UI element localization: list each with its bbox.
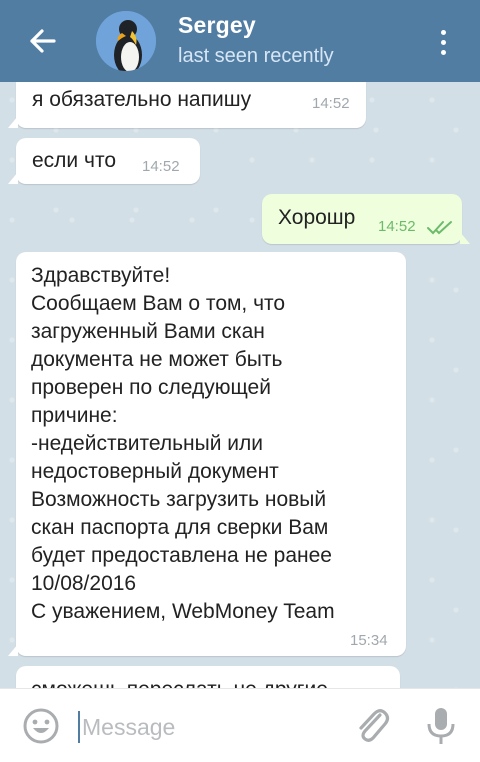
bubble-tail xyxy=(8,116,18,128)
message-text: Здравствуйте! Сообщаем Вам о том, что за… xyxy=(31,264,335,623)
emoji-icon[interactable] xyxy=(22,707,60,745)
bubble-tail xyxy=(460,232,470,244)
message-text: я обязательно напишу xyxy=(32,88,252,111)
avatar[interactable] xyxy=(96,11,156,71)
bubble-tail xyxy=(8,644,18,656)
message-text: если что xyxy=(32,149,116,172)
double-check-icon xyxy=(426,219,454,240)
mic-icon[interactable] xyxy=(424,705,458,747)
message-time: 14:52 xyxy=(142,158,180,175)
last-seen-status: last seen recently xyxy=(178,45,334,67)
message-bubble[interactable]: Здравствуйте! Сообщаем Вам о том, что за… xyxy=(8,252,406,656)
message-text: Хорошр xyxy=(278,206,356,229)
message-time: 14:52 xyxy=(378,218,416,235)
chat-title[interactable]: Sergey xyxy=(178,12,256,39)
text-cursor xyxy=(78,711,80,743)
message-text: сможешь переслать не другие xyxy=(31,676,328,688)
message-bubble-outgoing[interactable]: Хорошр 14:52 xyxy=(262,194,470,244)
bubble-tail xyxy=(8,172,18,184)
more-vertical-icon[interactable] xyxy=(428,22,458,62)
back-arrow-icon[interactable] xyxy=(18,18,66,64)
message-bubble[interactable]: я обязательно напишу 14:52 xyxy=(8,82,366,128)
message-input[interactable] xyxy=(82,709,332,745)
message-bubble[interactable]: сможешь переслать не другие xyxy=(16,666,400,688)
message-composer xyxy=(0,688,480,762)
message-bubble[interactable]: если что 14:52 xyxy=(8,138,200,184)
message-time: 15:34 xyxy=(350,632,388,649)
message-list[interactable]: я обязательно напишу 14:52 если что 14:5… xyxy=(0,82,480,688)
message-time: 14:52 xyxy=(312,95,350,112)
chat-header: Sergey last seen recently xyxy=(0,0,480,82)
attach-icon[interactable] xyxy=(352,705,392,747)
